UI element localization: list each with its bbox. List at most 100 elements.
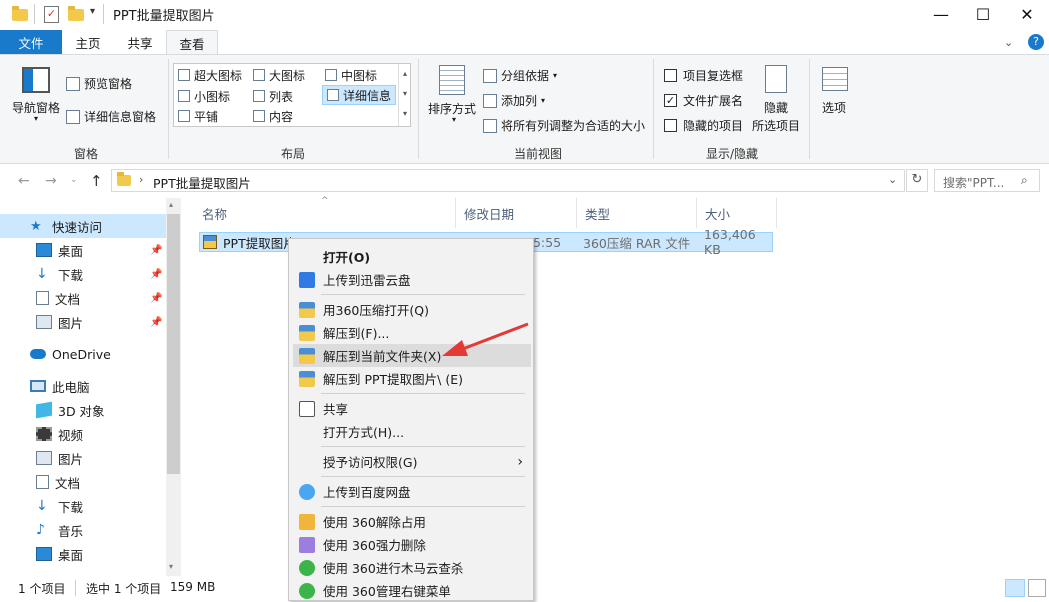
scroll-down-icon[interactable]: ▾ [169,562,173,571]
sidebar-item-quick-access[interactable]: ★ 快速访问 [0,214,170,238]
layout-tiles[interactable]: 平铺 [174,106,250,126]
pin-icon[interactable]: 📌 [150,245,162,256]
small-icons-icon [178,90,190,102]
folder-icon [117,172,131,186]
menu-item-upload-baidu[interactable]: 上传到百度网盘 [293,480,531,503]
layout-medium[interactable]: 中图标 [321,65,397,85]
group-by-button[interactable]: 分组依据 ▾ [483,67,557,84]
sort-by-icon[interactable] [439,65,465,95]
file-extensions-toggle[interactable]: ✓ 文件扩展名 [664,92,743,109]
address-bar[interactable]: › PPT批量提取图片 ⌄ [111,169,905,192]
sidebar-item-pc-downloads[interactable]: ↓ 下载 [0,494,170,518]
sidebar-item-downloads[interactable]: ↓ 下载 📌 [0,262,170,286]
sidebar-item-videos[interactable]: 视频 [0,422,170,446]
minimize-button[interactable]: — [918,0,964,28]
menu-item-grant-access[interactable]: 授予访问权限(G) › [293,450,531,473]
search-icon[interactable]: ⌕ [1021,173,1028,188]
preview-pane-icon [66,76,80,91]
new-folder-icon[interactable] [68,6,84,21]
menu-item-upload-xunlei[interactable]: 上传到迅雷云盘 [293,268,531,291]
pin-icon[interactable]: 📌 [150,317,162,328]
hide-selected-label-1[interactable]: 隐藏 [764,99,788,116]
sidebar-item-desktop[interactable]: 桌面 📌 [0,238,170,262]
options-icon[interactable] [822,67,848,91]
details-icon [327,89,339,101]
pin-icon[interactable]: 📌 [150,269,162,280]
search-input[interactable]: 搜索"PPT... ⌕ [934,169,1040,192]
large-icons-view-icon[interactable] [1028,579,1046,597]
checkbox[interactable] [664,119,677,132]
column-header-date[interactable]: 修改日期 [456,198,577,228]
forward-arrow-icon[interactable]: → [45,173,57,189]
refresh-button[interactable]: ↻ [906,169,928,192]
context-menu: 打开(O) 上传到迅雷云盘 用360压缩打开(Q) 解压到(F)... 解压到当… [288,238,534,601]
chevron-right-icon[interactable]: › [139,173,143,186]
sidebar-item-pc-desktop[interactable]: 桌面 [0,542,170,566]
details-pane-icon [66,109,80,124]
up-arrow-icon[interactable]: ↑ [90,172,103,190]
file-name[interactable]: PPT提取图片 [223,233,296,251]
recent-locations-icon[interactable]: ⌄ [70,175,78,185]
layout-list[interactable]: 列表 [249,86,321,106]
pin-icon[interactable]: 📌 [150,293,162,304]
add-columns-button[interactable]: 添加列 ▾ [483,92,545,109]
menu-item-extract-to-folder[interactable]: 解压到 PPT提取图片\ (E) [293,367,531,390]
desktop-icon [36,243,52,257]
menu-item-open-with[interactable]: 打开方式(H)... [293,420,531,443]
menu-item-open[interactable]: 打开(O) [293,245,531,268]
properties-icon[interactable]: ✓ [44,6,59,23]
customize-qa-icon[interactable]: ▾ [90,6,95,17]
back-arrow-icon[interactable]: ← [18,173,30,189]
maximize-button[interactable]: ☐ [960,0,1006,28]
layout-large[interactable]: 大图标 [249,65,321,85]
hidden-items-toggle[interactable]: 隐藏的项目 [664,117,743,134]
tab-file[interactable]: 文件 [0,30,62,54]
item-count: 1 个项目 [18,582,66,596]
checkbox-checked[interactable]: ✓ [664,94,677,107]
hide-selected-label-2[interactable]: 所选项目 [752,117,800,134]
layout-extra-large[interactable]: 超大图标 [174,65,250,85]
checkbox[interactable] [664,69,677,82]
layout-content[interactable]: 内容 [249,106,321,126]
navigation-pane-icon[interactable] [22,67,50,93]
scrollbar-thumb[interactable] [167,214,180,474]
ribbon: 导航窗格 ▾ 预览窗格 详细信息窗格 窗格 超大图标 大图标 中图标 小图标 列… [0,54,1049,164]
options-button[interactable]: 选项 [822,99,846,116]
sidebar-item-onedrive[interactable]: OneDrive [0,342,170,366]
hide-selected-icon[interactable] [765,65,787,93]
tab-share[interactable]: 共享 [114,30,166,54]
sidebar-item-documents[interactable]: 文档 📌 [0,286,170,310]
group-label-pane: 窗格 [74,147,99,161]
sidebar-item-this-pc[interactable]: 此电脑 [0,374,170,398]
gallery-scroll[interactable]: ▴ ▾ ▾ [398,64,411,126]
scroll-up-icon[interactable]: ▴ [169,200,173,209]
sidebar-item-music[interactable]: ♪ 音乐 [0,518,170,542]
sidebar-item-pictures[interactable]: 图片 📌 [0,310,170,334]
sidebar-item-pc-documents[interactable]: 文档 [0,470,170,494]
layout-details[interactable]: 详细信息 [322,85,396,105]
help-icon[interactable]: ? [1028,34,1044,50]
column-header-type[interactable]: 类型 [577,198,697,228]
close-button[interactable]: ✕ [1004,0,1049,28]
list-icon [253,90,265,102]
search-placeholder: 搜索"PPT... [943,176,1005,190]
chevron-down-icon[interactable]: ⌄ [888,173,897,186]
selection-size: 159 MB [170,580,216,594]
column-header-size[interactable]: 大小 [697,198,777,228]
preview-pane-button[interactable]: 预览窗格 [66,75,132,92]
sidebar-item-pc-pictures[interactable]: 图片 [0,446,170,470]
sidebar-item-3d-objects[interactable]: 3D 对象 [0,398,170,422]
column-header-name[interactable]: 名称 [194,198,456,228]
menu-item-share[interactable]: 共享 [293,397,531,420]
chevron-down-icon[interactable]: ⌄ [1004,36,1013,49]
tab-view[interactable]: 查看 [166,30,218,55]
tab-home[interactable]: 主页 [62,30,114,54]
details-pane-button[interactable]: 详细信息窗格 [66,108,156,125]
breadcrumb[interactable]: PPT批量提取图片 [153,173,251,192]
layout-small[interactable]: 小图标 [174,86,250,106]
fit-columns-button[interactable]: 将所有列调整为合适的大小 [483,117,645,134]
item-checkboxes-toggle[interactable]: 项目复选框 [664,67,743,84]
menu-item-force-delete-360[interactable]: 使用 360强力删除 [293,533,531,556]
menu-item-unlock-360[interactable]: 使用 360解除占用 [293,510,531,533]
details-view-icon[interactable] [1005,579,1025,597]
